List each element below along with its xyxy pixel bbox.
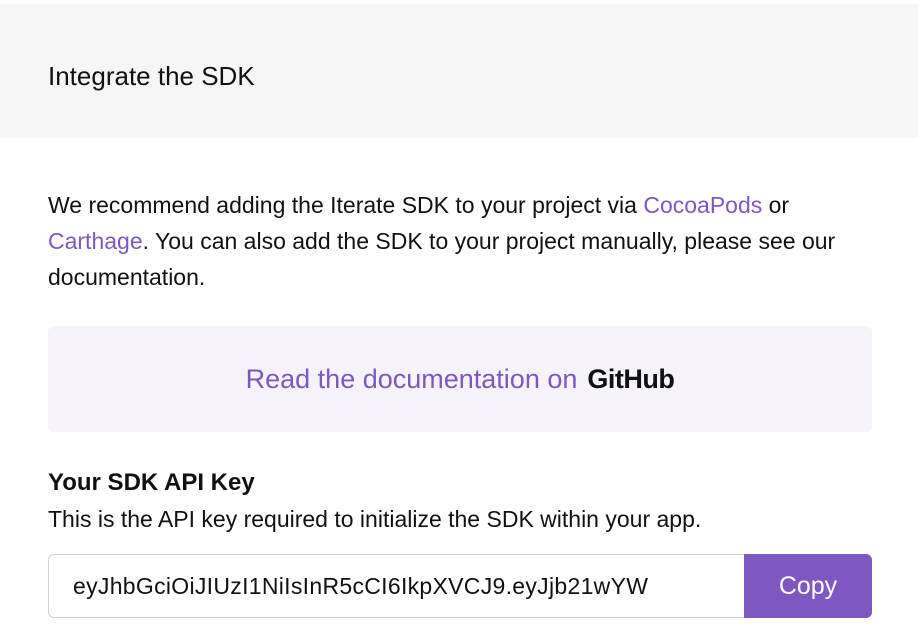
api-key-row: Copy bbox=[48, 554, 872, 618]
intro-text-or: or bbox=[762, 192, 790, 218]
intro-paragraph: We recommend adding the Iterate SDK to y… bbox=[48, 187, 878, 295]
carthage-link[interactable]: Carthage bbox=[48, 228, 143, 254]
copy-button[interactable]: Copy bbox=[744, 554, 872, 618]
section-header: Integrate the SDK bbox=[0, 4, 918, 138]
page-title: Integrate the SDK bbox=[48, 61, 255, 91]
github-docs-link[interactable]: Read the documentation on GitHub bbox=[48, 326, 872, 432]
intro-text-before: We recommend adding the Iterate SDK to y… bbox=[48, 192, 644, 218]
github-logo-icon: GitHub bbox=[587, 363, 675, 394]
api-key-description: This is the API key required to initiali… bbox=[48, 506, 702, 532]
api-key-field[interactable] bbox=[48, 554, 744, 618]
docs-link-label: Read the documentation on bbox=[245, 363, 578, 394]
cocoapods-link[interactable]: CocoaPods bbox=[643, 192, 762, 218]
intro-text-after: . You can also add the SDK to your proje… bbox=[48, 228, 836, 290]
api-key-title: Your SDK API Key bbox=[48, 469, 255, 496]
